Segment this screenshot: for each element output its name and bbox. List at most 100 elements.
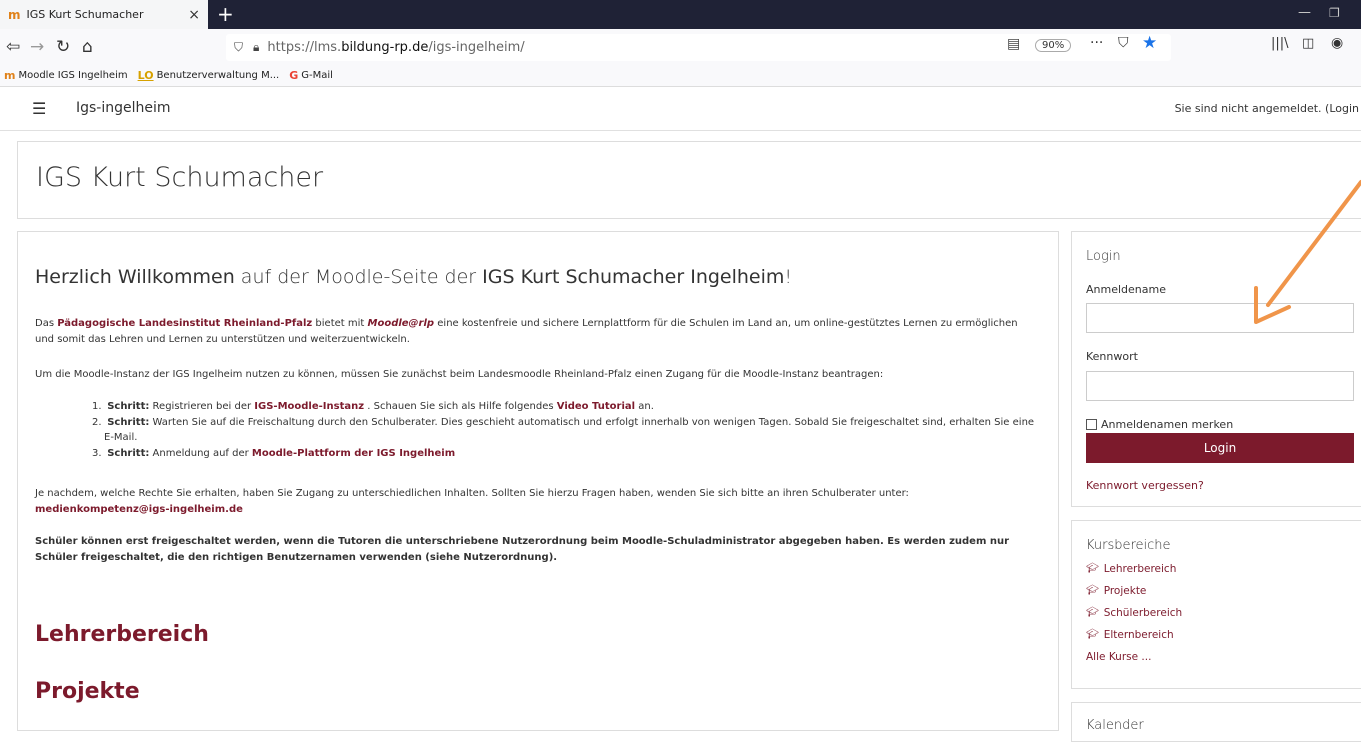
page-header: IGS Kurt Schumacher (17, 141, 1361, 219)
igs-moodle-instanz-link[interactable]: IGS-Moodle-Instanz (254, 401, 364, 412)
pocket-icon[interactable]: ⛉ (1118, 35, 1129, 51)
sidebar-toggle-icon[interactable]: ◫ (1302, 36, 1314, 51)
rights-paragraph: Je nachdem, welche Rechte Sie erhalten, … (35, 486, 1035, 517)
welcome-part2: auf der Moodle-Seite der (234, 266, 483, 288)
all-courses-link[interactable]: Alle Kurse ... (1086, 651, 1151, 663)
step-number: 3. (92, 447, 102, 459)
forgot-password-link[interactable]: Kennwort vergessen? (1086, 479, 1204, 492)
welcome-heading: Herzlich Willkommen auf der Moodle-Seite… (35, 266, 792, 288)
welcome-part3: IGS Kurt Schumacher Ingelheim (482, 266, 785, 288)
instance-paragraph: Um die Moodle-Instanz der IGS Ingelheim … (35, 369, 884, 380)
zoom-level[interactable]: 90% (1035, 39, 1072, 52)
moodle-icon: m (4, 69, 16, 82)
category-item-lehrerbereich[interactable]: 🎓︎ Lehrerbereich (1086, 558, 1182, 580)
username-input[interactable] (1086, 303, 1354, 333)
step-text-part: Warten Sie auf die Freischaltung durch d… (104, 416, 1035, 444)
graduation-cap-icon: 🎓︎ (1086, 607, 1099, 618)
step-text-part: an. (635, 401, 654, 412)
step-label: Schritt: (107, 416, 150, 428)
step-text-part: . Schauen Sie sich als Hilfe folgendes (364, 401, 557, 412)
step-text-part: Registrieren bei der (149, 401, 255, 412)
bookmark-label: Moodle IGS Ingelheim (18, 70, 128, 81)
step-label: Schritt: (107, 401, 150, 412)
courses-block-title: Kursbereiche (1086, 538, 1171, 553)
section-heading-projekte[interactable]: Projekte (35, 679, 140, 704)
reload-icon[interactable]: ↻ (56, 37, 70, 57)
bookmark-benutzerverwaltung[interactable]: LO Benutzerverwaltung M... (138, 69, 280, 82)
url-prefix: https://lms. (267, 40, 342, 55)
browser-titlebar: m IGS Kurt Schumacher × + — ❐ (0, 0, 1361, 29)
window-minimize-icon[interactable]: — (1298, 5, 1311, 20)
students-notice: Schüler können erst freigeschaltet werde… (35, 536, 1010, 563)
page-actions-more-icon[interactable]: ··· (1090, 35, 1103, 51)
bookmark-gmail[interactable]: G G-Mail (289, 69, 333, 82)
site-name-link[interactable]: Igs-ingelheim (76, 100, 171, 116)
section-heading-lehrerbereich[interactable]: Lehrerbereich (35, 622, 209, 647)
intro-text: bietet mit (312, 318, 368, 329)
page-title: IGS Kurt Schumacher (36, 162, 324, 193)
bookmark-moodle[interactable]: m Moodle IGS Ingelheim (4, 69, 128, 82)
pl-rlp-link[interactable]: Pädagogische Landesinstitut Rheinland-Pf… (57, 318, 312, 329)
bookmark-label: G-Mail (301, 70, 333, 81)
category-label: Projekte (1103, 585, 1147, 597)
intro-paragraph: Das Pädagogische Landesinstitut Rheinlan… (35, 316, 1035, 347)
category-label: Schülerbereich (1103, 607, 1183, 619)
remember-checkbox[interactable] (1086, 419, 1097, 430)
graduation-cap-icon: 🎓︎ (1086, 629, 1099, 640)
login-status[interactable]: Sie sind nicht angemeldet. (Login (1175, 102, 1359, 115)
menu-hamburger-icon[interactable]: ☰ (32, 99, 46, 118)
step-item: 2. Schritt: Warten Sie auf die Freischal… (92, 415, 1042, 446)
category-item-projekte[interactable]: 🎓︎ Projekte (1086, 580, 1182, 602)
username-label: Anmeldename (1086, 283, 1166, 296)
category-item-elternbereich[interactable]: 🎓︎ Elternbereich (1086, 624, 1182, 646)
tab-title: IGS Kurt Schumacher (26, 8, 144, 21)
moodle-plattform-link[interactable]: Moodle-Plattform der IGS Ingelheim (252, 448, 455, 459)
video-tutorial-link[interactable]: Video Tutorial (557, 401, 635, 412)
password-label: Kennwort (1086, 350, 1138, 363)
lo-icon: LO (137, 69, 154, 82)
email-link[interactable]: medienkompetenz@igs-ingelheim.de (35, 504, 243, 515)
remember-username[interactable]: Anmeldenamen merken (1086, 418, 1233, 431)
steps-list: 1. Schritt: Registrieren bei der IGS-Moo… (92, 399, 1042, 461)
step-text: Schritt: Warten Sie auf die Freischaltun… (104, 415, 1042, 446)
graduation-cap-icon: 🎓︎ (1086, 585, 1099, 596)
calendar-block: Kalender (1071, 702, 1361, 742)
tab-close-icon[interactable]: × (188, 7, 200, 23)
library-icon[interactable]: |||\ (1271, 36, 1289, 51)
reader-view-icon[interactable]: ▤ (1007, 36, 1020, 52)
home-icon[interactable]: ⌂ (82, 37, 93, 57)
category-item-schuelerbereich[interactable]: 🎓︎ Schülerbereich (1086, 602, 1182, 624)
category-label: Lehrerbereich (1103, 563, 1177, 575)
browser-tab[interactable]: m IGS Kurt Schumacher × (0, 0, 208, 29)
account-icon[interactable]: ◉ (1331, 35, 1343, 51)
url-bar[interactable]: ⛉ 🔒︎ https://lms. bildung-rp.de/igs-ingel… (226, 34, 1171, 61)
courses-block: Kursbereiche 🎓︎ Lehrerbereich 🎓︎ Projekte … (1071, 520, 1361, 689)
google-icon: G (289, 69, 299, 82)
lock-icon[interactable]: 🔒︎ (253, 40, 259, 55)
step-label: Schritt: (107, 447, 150, 459)
welcome-part1: Herzlich Willkommen (35, 266, 235, 288)
bookmarks-bar: m Moodle IGS Ingelheim LO Benutzerverwal… (0, 65, 1361, 87)
shield-icon[interactable]: ⛉ (234, 40, 243, 55)
step-item: 1. Schritt: Registrieren bei der IGS-Moo… (92, 399, 1042, 415)
step-text: Schritt: Registrieren bei der IGS-Moodle… (104, 399, 654, 415)
moodle-favicon-icon: m (8, 7, 21, 22)
site-header: ☰ Igs-ingelheim Sie sind nicht angemelde… (0, 87, 1361, 131)
new-tab-button[interactable]: + (217, 2, 234, 26)
moodle-rlp-link[interactable]: Moodle@rlp (368, 318, 435, 329)
remember-label: Anmeldenamen merken (1101, 418, 1234, 431)
forward-arrow-icon[interactable]: → (30, 37, 44, 57)
intro-text: Das (35, 318, 58, 329)
course-category-list: 🎓︎ Lehrerbereich 🎓︎ Projekte 🎓︎ Schülerbere… (1086, 558, 1182, 668)
back-arrow-icon[interactable]: ⇦ (6, 37, 20, 57)
url-host: bildung-rp.de (341, 40, 429, 55)
url-path: /igs-ingelheim/ (428, 40, 525, 55)
password-input[interactable] (1086, 371, 1354, 401)
step-number: 1. (92, 401, 102, 412)
bookmark-star-icon[interactable]: ★ (1142, 33, 1157, 53)
step-text-part: Anmeldung auf der (149, 447, 252, 459)
login-button[interactable]: Login (1086, 433, 1354, 463)
login-block-title: Login (1086, 249, 1121, 264)
rights-text: Je nachdem, welche Rechte Sie erhalten, … (35, 488, 909, 499)
window-restore-icon[interactable]: ❐ (1329, 6, 1340, 20)
